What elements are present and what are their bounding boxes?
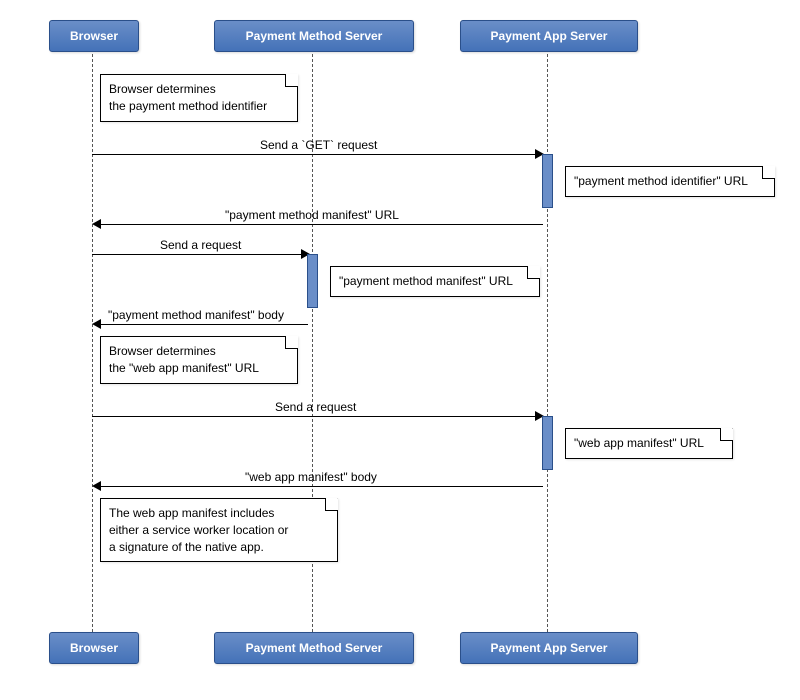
message-arrow	[100, 324, 308, 325]
note-browser-determines-wam: Browser determines the "web app manifest…	[100, 336, 298, 384]
participant-browser-bottom: Browser	[49, 632, 139, 664]
participant-label: Browser	[70, 641, 118, 655]
participant-pas-bottom: Payment App Server	[460, 632, 638, 664]
activation-bar	[307, 254, 318, 308]
note-text: a signature of the native app.	[109, 540, 264, 554]
arrow-head-icon	[92, 219, 101, 229]
lifeline-browser	[92, 54, 94, 632]
participant-pms-top: Payment Method Server	[214, 20, 414, 52]
participant-label: Browser	[70, 29, 118, 43]
sequence-diagram: Browser Payment Method Server Payment Ap…	[20, 20, 780, 680]
message-label: "web app manifest" body	[245, 470, 377, 484]
participant-pms-bottom: Payment Method Server	[214, 632, 414, 664]
lifeline-pas	[547, 54, 549, 632]
note-pmm-url: "payment method manifest" URL	[330, 266, 540, 297]
arrow-head-icon	[92, 319, 101, 329]
participant-label: Payment App Server	[491, 29, 608, 43]
activation-bar	[542, 416, 553, 470]
note-text: "web app manifest" URL	[574, 436, 704, 450]
message-arrow	[92, 416, 538, 417]
participant-pas-top: Payment App Server	[460, 20, 638, 52]
message-arrow	[100, 224, 543, 225]
message-arrow	[92, 254, 304, 255]
arrow-head-icon	[92, 481, 101, 491]
note-text: either a service worker location or	[109, 523, 288, 537]
note-text: the "web app manifest" URL	[109, 361, 259, 375]
note-text: Browser determines	[109, 344, 216, 358]
message-label: "payment method manifest" URL	[225, 208, 399, 222]
note-text: The web app manifest includes	[109, 506, 274, 520]
message-label: "payment method manifest" body	[108, 308, 284, 322]
participant-label: Payment Method Server	[246, 29, 383, 43]
note-browser-determines-pmi: Browser determines the payment method id…	[100, 74, 298, 122]
note-text: Browser determines	[109, 82, 216, 96]
message-arrow	[100, 486, 543, 487]
message-label: Send a request	[275, 400, 356, 414]
note-text: "payment method manifest" URL	[339, 274, 513, 288]
message-label: Send a `GET` request	[260, 138, 377, 152]
participant-label: Payment App Server	[491, 641, 608, 655]
message-label: Send a request	[160, 238, 241, 252]
message-arrow	[92, 154, 538, 155]
activation-bar	[542, 154, 553, 208]
note-pmi-url: "payment method identifier" URL	[565, 166, 775, 197]
note-text: the payment method identifier	[109, 99, 267, 113]
participant-browser-top: Browser	[49, 20, 139, 52]
participant-label: Payment Method Server	[246, 641, 383, 655]
note-wam-includes: The web app manifest includes either a s…	[100, 498, 338, 562]
note-wam-url: "web app manifest" URL	[565, 428, 733, 459]
note-text: "payment method identifier" URL	[574, 174, 748, 188]
